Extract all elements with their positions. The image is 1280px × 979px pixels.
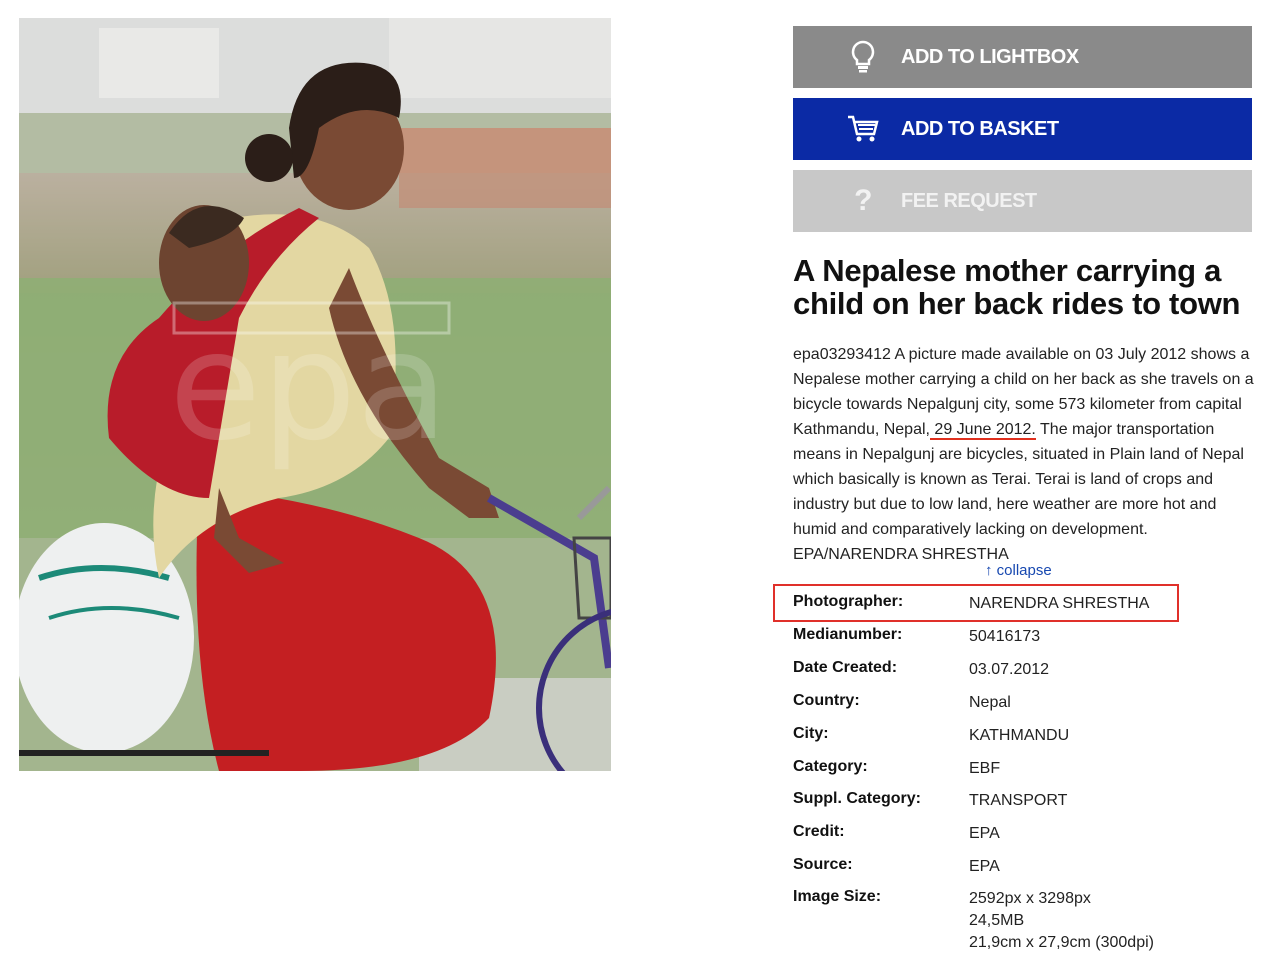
- cart-icon: [845, 111, 881, 147]
- detail-panel: ADD TO LIGHTBOX ADD TO BASKET ? FEE REQU…: [793, 26, 1255, 580]
- meta-value: 03.07.2012: [969, 661, 1050, 678]
- meta-value: Nepal: [969, 694, 1011, 711]
- question-mark-icon: ?: [854, 184, 872, 217]
- fee-request-button[interactable]: ? FEE REQUEST: [793, 170, 1252, 232]
- meta-value: EBF: [969, 760, 1001, 777]
- watermark-text: epa: [169, 300, 448, 474]
- meta-label: Photographer:: [793, 593, 904, 610]
- meta-value-mb: 24,5MB: [969, 912, 1025, 929]
- add-to-basket-label: ADD TO BASKET: [901, 117, 1059, 140]
- meta-label: Source:: [793, 856, 853, 873]
- fee-request-label: FEE REQUEST: [901, 189, 1037, 212]
- meta-label: City:: [793, 725, 829, 742]
- meta-value: EPA: [969, 858, 1000, 875]
- meta-label: Credit:: [793, 823, 845, 840]
- description-text-2: The major transportation means in Nepalg…: [793, 421, 1244, 563]
- add-to-lightbox-button[interactable]: ADD TO LIGHTBOX: [793, 26, 1252, 88]
- photo-description: epa03293412 A picture made available on …: [793, 342, 1255, 567]
- add-to-basket-button[interactable]: ADD TO BASKET: [793, 98, 1252, 160]
- meta-value-cm: 21,9cm x 27,9cm (300dpi): [969, 934, 1154, 951]
- photo-illustration: epa: [19, 18, 611, 771]
- meta-label: Suppl. Category:: [793, 790, 922, 807]
- meta-value: TRANSPORT: [969, 792, 1068, 809]
- meta-label: Country:: [793, 692, 860, 709]
- meta-value[interactable]: NARENDRA SHRESTHA: [969, 593, 1149, 615]
- description-date: 29 June 2012.: [929, 421, 1036, 440]
- meta-label: Category:: [793, 758, 868, 775]
- add-to-lightbox-label: ADD TO LIGHTBOX: [901, 45, 1079, 68]
- meta-label: Medianumber:: [793, 626, 903, 643]
- meta-label: Date Created:: [793, 659, 898, 676]
- meta-value: 50416173: [969, 628, 1041, 645]
- lightbulb-icon: [845, 39, 881, 75]
- collapse-link[interactable]: ↑ collapse: [985, 562, 1252, 580]
- meta-value: EPA: [969, 825, 1000, 842]
- meta-label: Image Size:: [793, 888, 882, 905]
- meta-value-px: 2592px x 3298px: [969, 890, 1091, 907]
- meta-value: KATHMANDU: [969, 727, 1070, 744]
- news-photo[interactable]: epa: [19, 18, 611, 771]
- photo-title: A Nepalese mother carrying a child on he…: [793, 253, 1241, 321]
